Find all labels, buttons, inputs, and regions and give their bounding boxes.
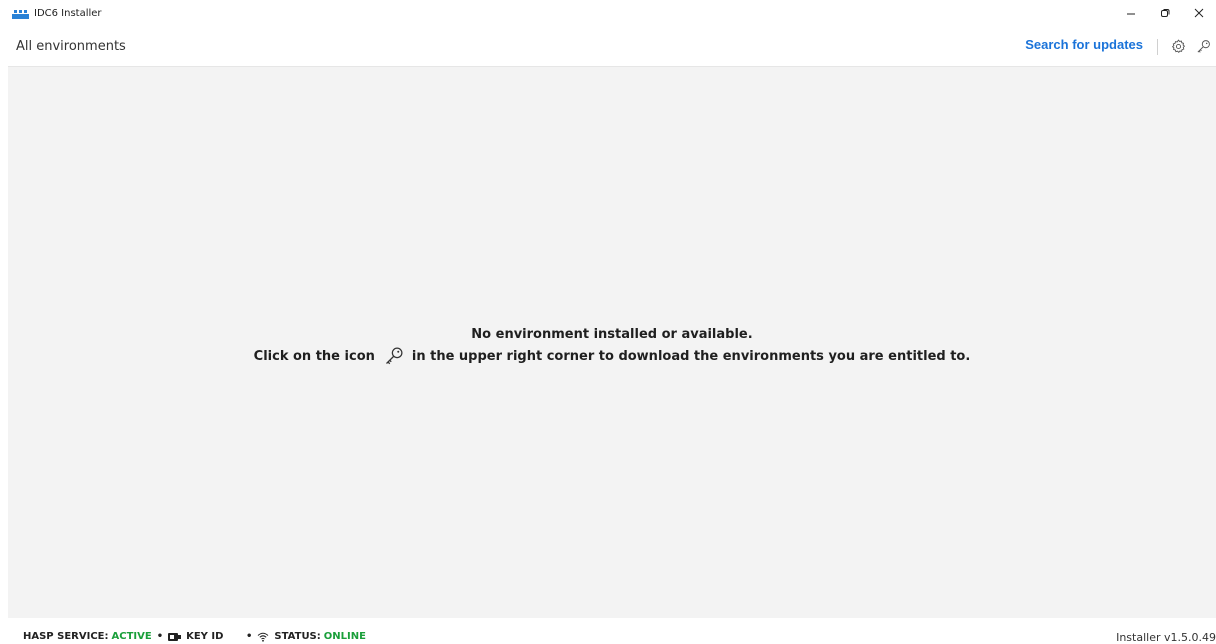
empty-state-hint-after: in the upper right corner to download th…: [411, 348, 971, 364]
settings-button[interactable]: [1169, 37, 1187, 55]
key-id-label: KEY ID: [186, 631, 224, 642]
breadcrumb: All environments: [16, 39, 126, 54]
minimize-button[interactable]: [1114, 0, 1148, 26]
minimize-icon: [1127, 13, 1135, 15]
empty-state: No environment installed or available. C…: [8, 325, 1216, 367]
close-icon: [1194, 8, 1204, 18]
hasp-service-value: ACTIVE: [111, 631, 152, 642]
inline-key-icon: [382, 345, 406, 367]
separator-dot: •: [246, 631, 253, 642]
separator-dot: •: [156, 631, 164, 642]
restore-button[interactable]: [1148, 0, 1182, 26]
installer-version: Installer v1.5.0.49: [1116, 631, 1216, 644]
installer-window: IDC6 Installer All environments Search f…: [8, 0, 1216, 644]
environments-panel: No environment installed or available. C…: [8, 67, 1216, 618]
empty-state-hint: Click on the icon in the upper right cor…: [8, 345, 1216, 367]
app-logo-icon: [12, 10, 29, 19]
wifi-icon: [258, 632, 269, 642]
status-value: ONLINE: [323, 631, 366, 642]
dongle-icon: [168, 632, 182, 641]
search-for-updates-link[interactable]: Search for updates: [1025, 37, 1143, 52]
header-divider: [1157, 39, 1158, 55]
window-title: IDC6 Installer: [34, 8, 102, 19]
hasp-service-label: HASP SERVICE:: [23, 631, 109, 642]
status-label: STATUS:: [274, 631, 321, 642]
settings-icon: [1171, 38, 1185, 53]
title-bar: IDC6 Installer: [8, 0, 1216, 26]
header-bar: All environments Search for updates: [8, 26, 1216, 67]
empty-state-title: No environment installed or available.: [471, 327, 753, 342]
key-icon: [385, 347, 403, 365]
empty-state-hint-before: Click on the icon: [253, 348, 375, 364]
restore-icon: [1161, 9, 1170, 17]
window-controls: [1114, 0, 1216, 26]
status-bar: HASP SERVICE: ACTIVE • KEY ID • STATUS: …: [8, 618, 1216, 644]
key-icon: [1197, 39, 1210, 53]
hasp-service-status: HASP SERVICE: ACTIVE • KEY ID: [23, 631, 223, 642]
connection-status: • STATUS: ONLINE: [241, 631, 366, 642]
close-button[interactable]: [1182, 0, 1216, 26]
download-entitlements-button[interactable]: [1194, 37, 1212, 55]
